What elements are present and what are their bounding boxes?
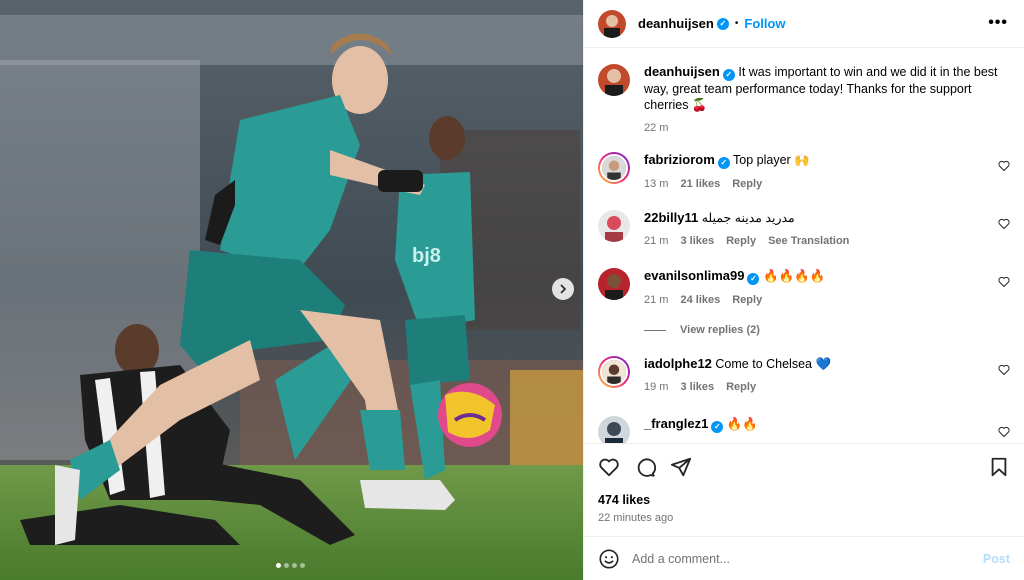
like-heart-icon[interactable] (598, 456, 620, 478)
like-comment-heart-icon[interactable] (998, 218, 1010, 230)
pagination-dot (284, 563, 289, 568)
comment-text: 🔥🔥🔥🔥 (762, 269, 826, 283)
reply-button[interactable]: Reply (726, 233, 756, 249)
caption-username[interactable]: deanhuijsen (644, 64, 720, 79)
verified-badge-icon: ✓ (716, 17, 729, 30)
pagination-dot (276, 563, 281, 568)
author-avatar[interactable] (598, 9, 626, 38)
follow-button[interactable]: Follow (744, 16, 785, 31)
post-photo: bj8 (0, 0, 583, 580)
like-comment-heart-icon[interactable] (998, 364, 1010, 376)
share-paper-plane-icon[interactable] (670, 456, 692, 478)
author-username[interactable]: deanhuijsen (638, 16, 714, 31)
comments-list[interactable]: deanhuijsen ✓ It was important to win and… (584, 48, 1024, 443)
author-avatar[interactable] (598, 64, 630, 96)
svg-text:bj8: bj8 (412, 245, 441, 267)
like-comment-heart-icon[interactable] (998, 160, 1010, 172)
emoji-icon[interactable] (598, 548, 620, 570)
commenter-avatar[interactable] (598, 416, 630, 443)
pagination-dot (292, 563, 297, 568)
comment-likes[interactable]: 3 likes (680, 233, 714, 249)
comment-bubble-icon[interactable] (634, 456, 656, 478)
comment-meta: 13 m 21 likes Reply (644, 176, 1010, 192)
post-details-panel: deanhuijsen ✓ • Follow ••• deanhuijsen ✓ … (583, 0, 1024, 580)
comment-text: Top player 🙌 (733, 153, 810, 167)
comment-username[interactable]: iadolphe12 (644, 356, 712, 371)
reply-button[interactable]: Reply (732, 292, 762, 308)
comment-text: مدريد مدينه جميله (701, 211, 795, 225)
verified-badge-icon: ✓ (717, 157, 730, 169)
see-translation-link[interactable]: See Translation (768, 233, 849, 249)
comment-text: 🔥🔥 (726, 417, 758, 431)
comment-item: fabriziorom ✓ Top player 🙌 13 m 21 likes … (598, 152, 1010, 192)
comment-time: 13 m (644, 178, 669, 190)
post-actions: 474 likes 22 minutes ago (584, 443, 1024, 536)
comment-input[interactable] (632, 551, 983, 566)
comment-meta: 21 m 24 likes Reply (644, 292, 1010, 308)
post-comment-button[interactable]: Post (983, 552, 1010, 566)
save-bookmark-icon[interactable] (988, 456, 1010, 478)
comment-likes[interactable]: 24 likes (680, 292, 720, 308)
verified-badge-icon: ✓ (711, 421, 724, 433)
like-comment-heart-icon[interactable] (998, 426, 1010, 438)
comment-username[interactable]: _franglez1 (644, 416, 708, 431)
comment-likes[interactable]: 3 likes (680, 379, 714, 395)
post-media[interactable]: bj8 (0, 0, 583, 580)
verified-badge-icon: ✓ (722, 69, 735, 81)
reply-button[interactable]: Reply (732, 176, 762, 192)
commenter-avatar[interactable] (598, 268, 630, 300)
post-time-ago: 22 minutes ago (598, 512, 674, 524)
replies-divider-line (644, 329, 666, 331)
comment-item: evanilsonlima99 ✓ 🔥🔥🔥🔥 21 m 24 likes Repl… (598, 268, 1010, 308)
verified-badge-icon: ✓ (747, 273, 760, 285)
caption-meta: 22 m (644, 120, 1010, 136)
comment-likes[interactable]: 21 likes (680, 176, 720, 192)
comment-time: 19 m (644, 381, 669, 393)
commenter-avatar[interactable] (598, 210, 630, 242)
comment-meta: 21 m 3 likes Reply See Translation (644, 233, 1010, 249)
comment-time: 21 m (644, 294, 669, 306)
likes-count[interactable]: 474 likes (598, 493, 650, 507)
comment-time: 21 m (644, 235, 669, 247)
comment-meta: 19 m 3 likes Reply (644, 379, 1010, 395)
post-caption: deanhuijsen ✓ It was important to win and… (598, 64, 1010, 136)
comment-item: iadolphe12 Come to Chelsea 💙 19 m 3 like… (598, 356, 1010, 395)
separator-dot: • (734, 18, 739, 29)
more-horizontal-icon[interactable]: ••• (988, 14, 1008, 32)
comment-username[interactable]: fabriziorom (644, 152, 715, 167)
comment-item: 22billy11 مدريد مدينه جميله 21 m 3 likes… (598, 210, 1010, 249)
comment-item: _franglez1 ✓ 🔥🔥 (598, 416, 1010, 443)
reply-button[interactable]: Reply (726, 379, 756, 395)
comment-composer: Post (584, 536, 1024, 580)
comment-username[interactable]: 22billy11 (644, 210, 698, 225)
photo-pagination-dots (276, 563, 305, 568)
caption-time: 22 m (644, 122, 669, 134)
commenter-avatar[interactable] (598, 356, 630, 388)
view-replies-button[interactable]: View replies (2) (644, 324, 760, 336)
pagination-dot (300, 563, 305, 568)
comment-username[interactable]: evanilsonlima99 (644, 268, 744, 283)
view-replies-label: View replies (2) (680, 324, 760, 336)
like-comment-heart-icon[interactable] (998, 276, 1010, 288)
comment-text: Come to Chelsea 💙 (715, 357, 832, 371)
post-header: deanhuijsen ✓ • Follow ••• (584, 0, 1024, 48)
next-photo-button[interactable] (552, 278, 574, 300)
chevron-right-icon (560, 284, 567, 294)
commenter-avatar[interactable] (598, 152, 630, 184)
